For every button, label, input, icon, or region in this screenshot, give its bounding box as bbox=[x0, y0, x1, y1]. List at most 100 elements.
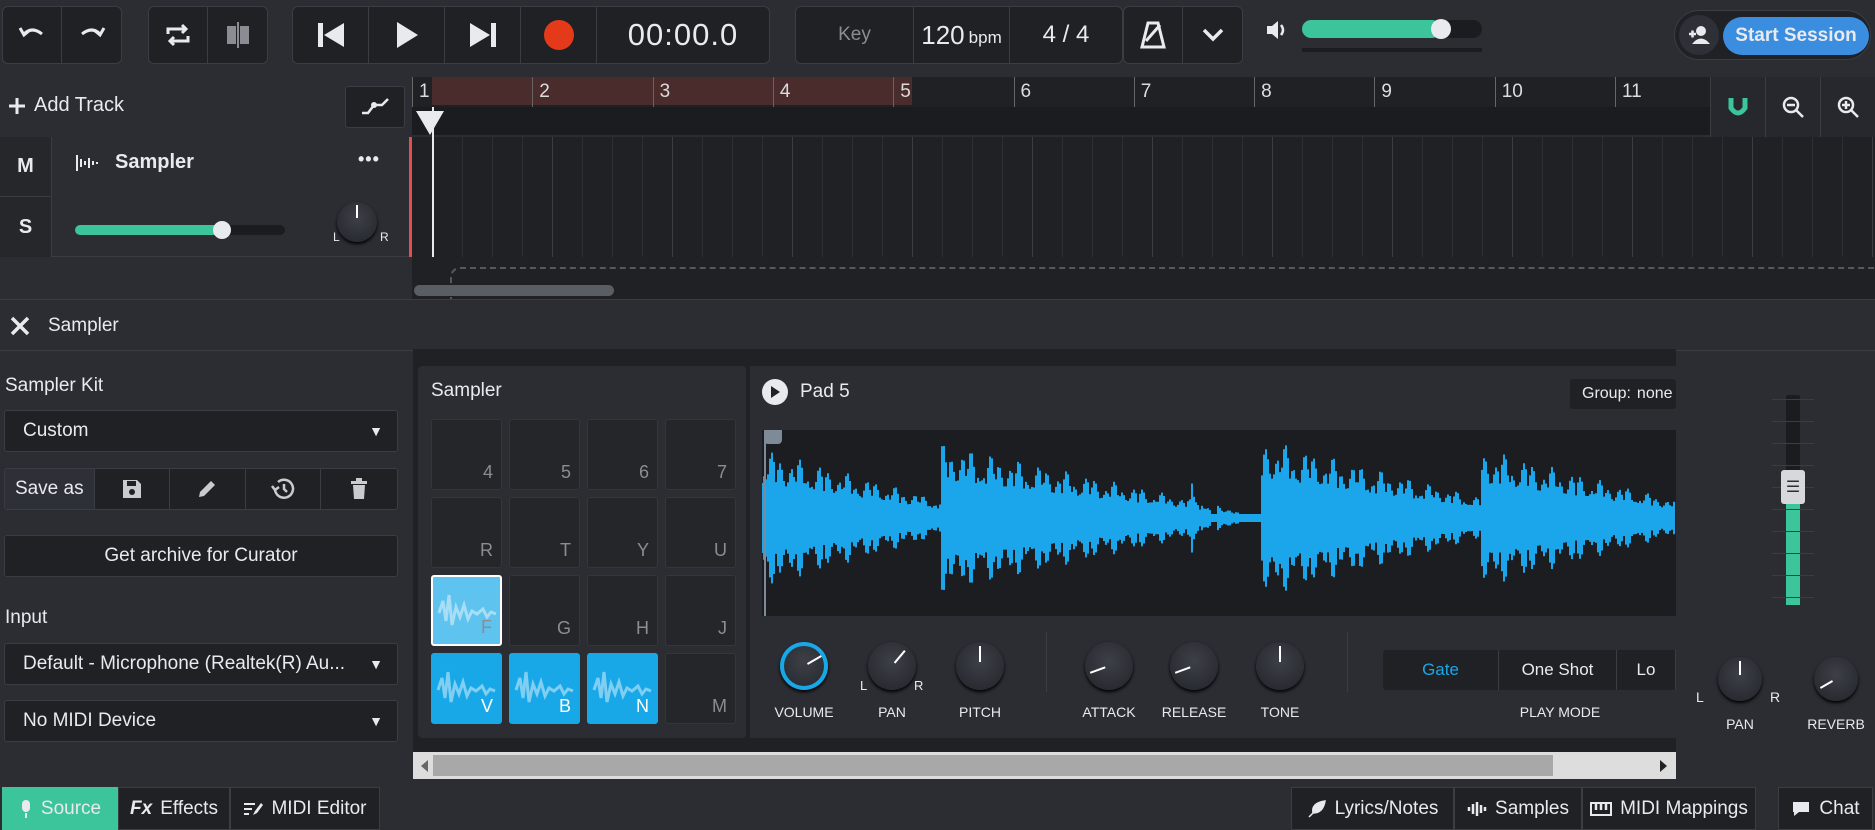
zoom-out-button[interactable] bbox=[1765, 77, 1820, 137]
track-name[interactable]: Sampler bbox=[115, 151, 194, 174]
get-archive-button[interactable]: Get archive for Curator bbox=[4, 535, 398, 577]
reverb-knob[interactable] bbox=[1814, 657, 1858, 701]
empty-lane[interactable] bbox=[412, 257, 1875, 299]
track-volume-thumb[interactable] bbox=[213, 221, 231, 239]
release-knob[interactable] bbox=[1170, 642, 1218, 690]
key-selector[interactable]: Key bbox=[796, 7, 914, 63]
pad-h[interactable]: H bbox=[587, 575, 658, 646]
mute-button[interactable]: M bbox=[0, 137, 51, 197]
pad-f[interactable]: F bbox=[431, 575, 502, 646]
midi-device-select[interactable]: No MIDI Device ▼ bbox=[4, 700, 398, 742]
play-mode-one-shot[interactable]: One Shot bbox=[1499, 650, 1617, 690]
solo-button[interactable]: S bbox=[0, 197, 51, 257]
pad-r[interactable]: R bbox=[431, 497, 502, 568]
metronome-options-button[interactable] bbox=[1183, 7, 1242, 63]
pad-key-label: 4 bbox=[482, 462, 493, 482]
track-menu-button[interactable]: ••• bbox=[358, 149, 380, 170]
pitch-knob[interactable] bbox=[956, 642, 1004, 690]
automation-button[interactable] bbox=[345, 86, 405, 128]
master-volume-thumb[interactable] bbox=[1430, 19, 1451, 39]
play-mode-gate[interactable]: Gate bbox=[1383, 650, 1499, 690]
scroll-left-icon[interactable] bbox=[419, 759, 429, 773]
playhead-lane[interactable] bbox=[412, 107, 1710, 135]
pad-4[interactable]: 4 bbox=[431, 419, 502, 490]
pad-n[interactable]: N bbox=[587, 653, 658, 724]
pad-key-label: 5 bbox=[560, 462, 571, 482]
pad-key-label: U bbox=[714, 540, 727, 560]
speaker-icon[interactable] bbox=[1265, 18, 1289, 42]
save-kit-button[interactable] bbox=[95, 469, 171, 509]
tab-lyrics-notes[interactable]: Lyrics/Notes bbox=[1291, 787, 1454, 830]
input-select[interactable]: Default - Microphone (Realtek(R) Au... ▼ bbox=[4, 643, 398, 685]
tempo-value: 120 bbox=[921, 19, 965, 50]
channel-pan-knob[interactable] bbox=[1718, 657, 1762, 701]
pad-j[interactable]: J bbox=[665, 575, 736, 646]
close-icon[interactable] bbox=[10, 316, 30, 336]
metronome-group bbox=[1123, 6, 1243, 64]
undo-button[interactable] bbox=[3, 7, 63, 63]
drop-zone[interactable] bbox=[450, 267, 1875, 299]
playhead-marker-icon[interactable] bbox=[414, 107, 446, 137]
tab-chat[interactable]: Chat bbox=[1778, 787, 1873, 830]
waveform-display[interactable] bbox=[761, 430, 1676, 616]
pad-6[interactable]: 6 bbox=[587, 419, 658, 490]
save-as-button[interactable]: Save as bbox=[5, 469, 95, 509]
pan-knob[interactable] bbox=[868, 642, 916, 690]
delete-kit-button[interactable] bbox=[321, 469, 397, 509]
track-pan-knob[interactable] bbox=[337, 202, 377, 242]
tab-source[interactable]: Source bbox=[2, 787, 118, 830]
play-button[interactable] bbox=[369, 7, 445, 63]
tab-effects[interactable]: Fx Effects bbox=[118, 787, 230, 830]
skip-back-button[interactable] bbox=[293, 7, 369, 63]
microphone-icon bbox=[21, 799, 30, 818]
pad-7[interactable]: 7 bbox=[665, 419, 736, 490]
redo-button[interactable] bbox=[62, 7, 121, 63]
volume-knob[interactable] bbox=[780, 642, 828, 690]
metronome-button[interactable] bbox=[1124, 7, 1184, 63]
tab-midi-editor[interactable]: MIDI Editor bbox=[230, 787, 380, 830]
split-button[interactable] bbox=[208, 7, 267, 63]
time-signature[interactable]: 4 / 4 bbox=[1010, 7, 1122, 63]
track-lane[interactable] bbox=[412, 137, 1875, 257]
pad-t[interactable]: T bbox=[509, 497, 580, 568]
pad-u[interactable]: U bbox=[665, 497, 736, 568]
tempo-field[interactable]: 120 bpm bbox=[914, 7, 1010, 63]
tab-midi-mappings[interactable]: MIDI Mappings bbox=[1582, 787, 1756, 830]
editor-horizontal-scrollbar[interactable] bbox=[413, 752, 1676, 779]
pad-m[interactable]: M bbox=[665, 653, 736, 724]
zoom-in-button[interactable] bbox=[1820, 77, 1875, 137]
kit-select[interactable]: Custom ▼ bbox=[4, 410, 398, 452]
loop-button[interactable] bbox=[149, 7, 209, 63]
preview-pad-button[interactable] bbox=[762, 379, 788, 405]
scroll-thumb[interactable] bbox=[433, 755, 1553, 776]
play-mode-lo[interactable]: Lo bbox=[1617, 650, 1676, 690]
skip-forward-button[interactable] bbox=[445, 7, 521, 63]
sample-start-handle[interactable] bbox=[764, 430, 782, 444]
record-button[interactable] bbox=[521, 7, 597, 63]
fader-handle-icon[interactable]: ☰ bbox=[1781, 469, 1805, 504]
scroll-right-icon[interactable] bbox=[1659, 759, 1669, 773]
timeline-scrollbar[interactable] bbox=[414, 285, 614, 296]
play-mode-label: PLAY MODE bbox=[1519, 704, 1601, 720]
pad-y[interactable]: Y bbox=[587, 497, 658, 568]
kit-history-button[interactable] bbox=[246, 469, 322, 509]
group-select[interactable]: Group: none bbox=[1570, 379, 1676, 409]
invite-user-button[interactable] bbox=[1679, 15, 1719, 55]
tone-knob[interactable] bbox=[1256, 642, 1304, 690]
master-volume-slider[interactable] bbox=[1302, 19, 1482, 39]
attack-knob[interactable] bbox=[1085, 642, 1133, 690]
pad-b[interactable]: B bbox=[509, 653, 580, 724]
start-session-button[interactable]: Start Session bbox=[1723, 17, 1869, 55]
pad-v[interactable]: V bbox=[431, 653, 502, 724]
tempo-unit: bpm bbox=[968, 28, 1002, 47]
tab-samples[interactable]: Samples bbox=[1454, 787, 1582, 830]
track-volume-slider[interactable] bbox=[75, 221, 285, 239]
snap-button[interactable] bbox=[1710, 77, 1765, 137]
rename-kit-button[interactable] bbox=[170, 469, 246, 509]
track-volume-fill bbox=[75, 225, 222, 235]
plus-icon bbox=[9, 97, 25, 114]
pitch-label: PITCH bbox=[959, 704, 1001, 720]
pad-5[interactable]: 5 bbox=[509, 419, 580, 490]
add-track-button[interactable]: Add Track bbox=[8, 94, 124, 117]
pad-g[interactable]: G bbox=[509, 575, 580, 646]
